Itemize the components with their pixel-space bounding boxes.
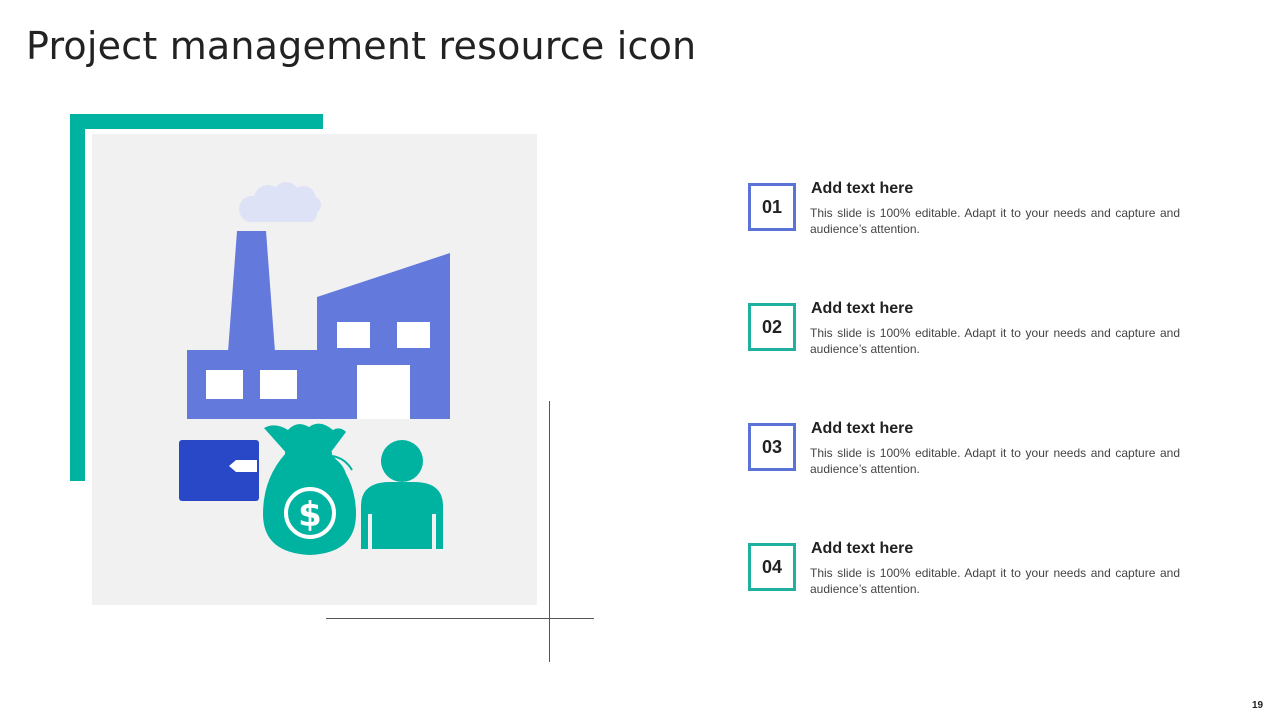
item-number-badge: 01 [748,183,796,231]
crosshair-line-vertical [549,401,550,662]
item-number-badge: 03 [748,423,796,471]
smoke-cloud-icon [239,182,321,222]
factory-icon [187,182,450,419]
crosshair-line-horizontal [326,618,594,619]
item-number-badge: 04 [748,543,796,591]
svg-text:$: $ [298,495,322,535]
item-heading: Add text here [811,540,914,557]
item-description: This slide is 100% editable. Adapt it to… [810,326,1180,356]
item-description: This slide is 100% editable. Adapt it to… [810,206,1180,236]
item-heading: Add text here [811,420,914,437]
item-description: This slide is 100% editable. Adapt it to… [810,446,1180,476]
list-item-04: 04 Add text here This slide is 100% edit… [748,540,1188,613]
wallet-icon [179,440,259,501]
list-item-03: 03 Add text here This slide is 100% edit… [748,420,1188,493]
money-bag-icon: $ [263,423,356,555]
person-icon [361,440,443,549]
item-heading: Add text here [811,180,914,197]
item-description: This slide is 100% editable. Adapt it to… [810,566,1180,596]
item-heading: Add text here [811,300,914,317]
list-item-01: 01 Add text here This slide is 100% edit… [748,180,1188,253]
list-item-02: 02 Add text here This slide is 100% edit… [748,300,1188,373]
item-number-badge: 02 [748,303,796,351]
page-number: 19 [1252,700,1264,711]
